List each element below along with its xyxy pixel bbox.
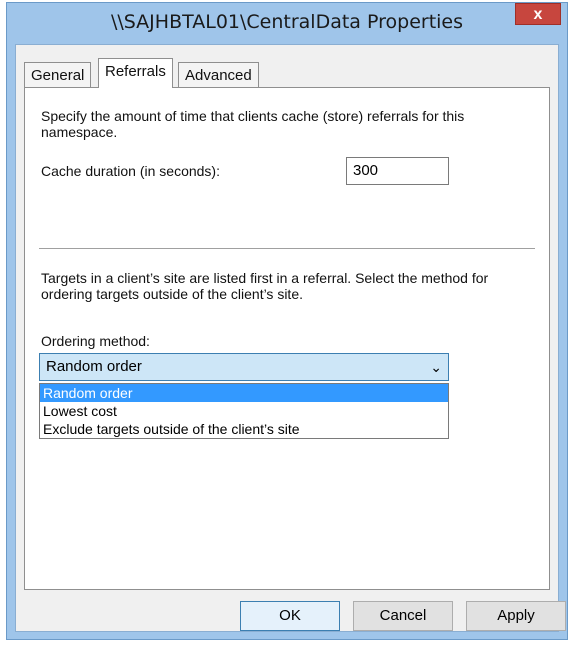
cache-description: Specify the amount of time that clients … bbox=[41, 108, 465, 140]
dialog-client-area: General Referrals Advanced Specify the a… bbox=[15, 44, 566, 632]
ordering-method-select[interactable]: Random order ⌄ bbox=[39, 353, 449, 381]
ordering-selected-value: Random order bbox=[46, 358, 142, 375]
cancel-button[interactable]: Cancel bbox=[353, 601, 453, 631]
section-divider bbox=[39, 248, 535, 249]
ordering-method-label: Ordering method: bbox=[41, 333, 150, 349]
ordering-option-lowest-cost[interactable]: Lowest cost bbox=[40, 402, 448, 420]
properties-dialog: \\SAJHBTAL01\CentralData Properties x Ge… bbox=[6, 2, 568, 640]
cache-duration-input[interactable]: 300 bbox=[346, 157, 449, 185]
tab-referrals[interactable]: Referrals bbox=[98, 58, 173, 88]
ordering-dropdown-list: Random order Lowest cost Exclude targets… bbox=[39, 383, 449, 439]
ordering-option-random[interactable]: Random order bbox=[40, 384, 448, 402]
title-bar[interactable]: \\SAJHBTAL01\CentralData Properties x bbox=[7, 3, 567, 41]
apply-button[interactable]: Apply bbox=[466, 601, 566, 631]
close-button[interactable]: x bbox=[515, 3, 561, 25]
referrals-panel: Specify the amount of time that clients … bbox=[24, 87, 550, 590]
cache-duration-label: Cache duration (in seconds): bbox=[41, 163, 220, 179]
window-title: \\SAJHBTAL01\CentralData Properties bbox=[110, 11, 464, 33]
close-icon: x bbox=[533, 6, 543, 23]
ordering-description: Targets in a client’s site are listed fi… bbox=[41, 270, 489, 302]
tab-advanced[interactable]: Advanced bbox=[178, 62, 259, 88]
ordering-option-exclude[interactable]: Exclude targets outside of the client’s … bbox=[40, 420, 448, 438]
chevron-down-icon: ⌄ bbox=[430, 359, 442, 375]
ok-button[interactable]: OK bbox=[240, 601, 340, 631]
tab-general[interactable]: General bbox=[24, 62, 92, 88]
